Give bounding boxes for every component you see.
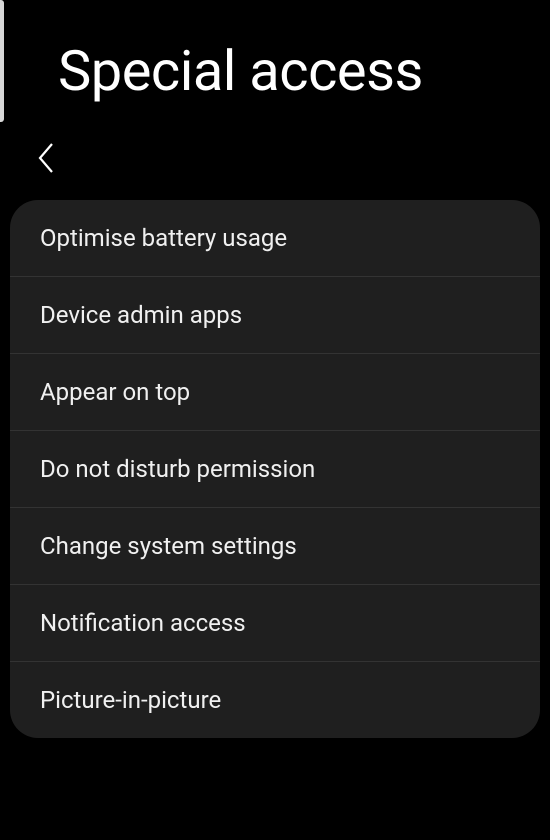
- list-item-label: Optimise battery usage: [40, 224, 287, 252]
- list-item-label: Do not disturb permission: [40, 455, 315, 483]
- header: Special access: [0, 0, 550, 200]
- list-item-optimise-battery-usage[interactable]: Optimise battery usage: [10, 200, 540, 277]
- list-item-device-admin-apps[interactable]: Device admin apps: [10, 277, 540, 354]
- settings-list: Optimise battery usage Device admin apps…: [10, 200, 540, 738]
- side-edge-indicator: [0, 0, 4, 122]
- list-item-appear-on-top[interactable]: Appear on top: [10, 354, 540, 431]
- list-item-label: Appear on top: [40, 378, 190, 406]
- list-item-notification-access[interactable]: Notification access: [10, 585, 540, 662]
- list-item-change-system-settings[interactable]: Change system settings: [10, 508, 540, 585]
- back-button[interactable]: [22, 134, 70, 182]
- list-item-label: Change system settings: [40, 532, 297, 560]
- list-item-do-not-disturb-permission[interactable]: Do not disturb permission: [10, 431, 540, 508]
- list-item-label: Picture-in-picture: [40, 686, 221, 714]
- page-title: Special access: [0, 20, 550, 134]
- list-item-label: Notification access: [40, 609, 246, 637]
- list-item-label: Device admin apps: [40, 301, 242, 329]
- list-item-picture-in-picture[interactable]: Picture-in-picture: [10, 662, 540, 738]
- chevron-left-icon: [35, 141, 57, 175]
